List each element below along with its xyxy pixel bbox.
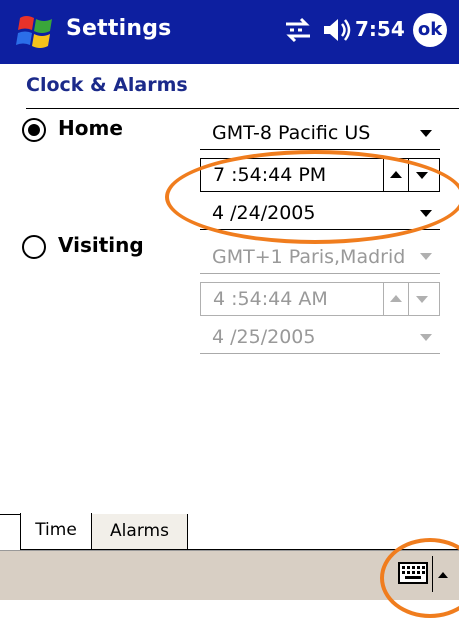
heading-divider (26, 108, 459, 109)
visiting-date-dropdown[interactable]: 4 /25/2005 (200, 320, 440, 354)
chevron-down-icon (420, 130, 432, 137)
home-label[interactable]: Home (58, 116, 123, 140)
status-clock[interactable]: 7:54 (355, 17, 405, 41)
visiting-timezone-dropdown[interactable]: GMT+1 Paris,Madrid (200, 240, 440, 274)
visiting-time-value: 4 :54:44 AM (213, 288, 328, 310)
home-radio[interactable] (22, 118, 46, 142)
tab-time[interactable]: Time (20, 513, 92, 550)
visiting-label[interactable]: Visiting (58, 233, 144, 257)
connectivity-icon[interactable] (282, 14, 314, 46)
chevron-down-icon (420, 253, 432, 260)
home-timezone-dropdown[interactable]: GMT-8 Pacific US (200, 116, 440, 150)
spin-down-button[interactable] (409, 283, 437, 315)
visiting-radio[interactable] (22, 235, 46, 259)
visiting-date-value: 4 /25/2005 (212, 326, 316, 348)
highlight-ellipse-time-date (165, 150, 459, 244)
home-timezone-value: GMT-8 Pacific US (212, 122, 371, 144)
page-title: Clock & Alarms (26, 74, 188, 96)
app-title: Settings (66, 16, 172, 41)
ok-button[interactable]: ok (413, 13, 447, 47)
windows-start-icon[interactable] (14, 10, 58, 54)
speaker-icon[interactable] (320, 14, 354, 46)
chevron-down-icon (420, 334, 432, 341)
spin-up-button[interactable] (383, 283, 409, 315)
visiting-time-field[interactable]: 4 :54:44 AM (200, 282, 440, 316)
tab-alarms[interactable]: Alarms (92, 514, 188, 550)
radio-selected-dot (28, 124, 40, 136)
visiting-timezone-value: GMT+1 Paris,Madrid (212, 246, 406, 268)
time-spinner (381, 283, 439, 315)
